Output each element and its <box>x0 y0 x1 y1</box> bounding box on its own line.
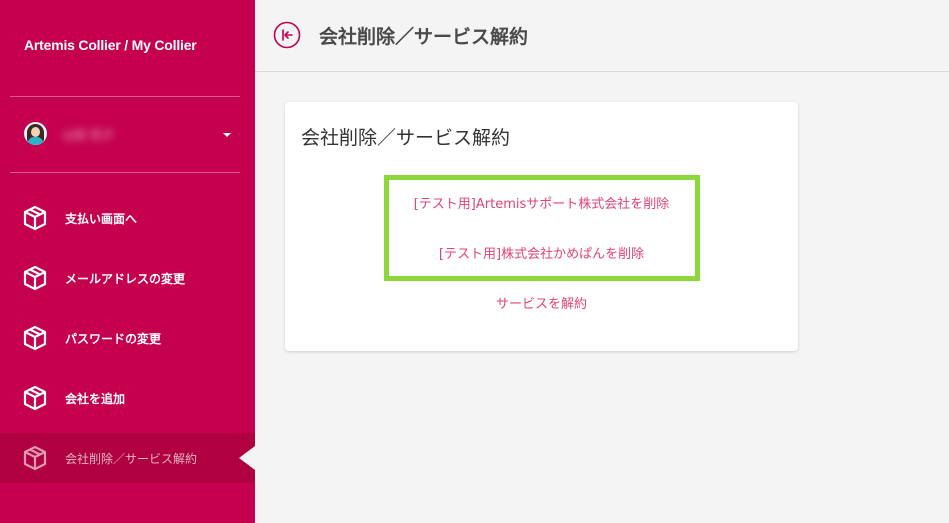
back-arrow-icon[interactable] <box>273 21 301 49</box>
box-icon <box>23 265 47 291</box>
card-title: 会社削除／サービス解約 <box>301 127 511 149</box>
sidebar-item-add-company[interactable]: 会社を追加 <box>0 373 255 423</box>
sidebar-divider <box>10 172 240 173</box>
highlight-box <box>384 175 700 281</box>
sidebar-item-password[interactable]: パスワードの変更 <box>0 313 255 363</box>
box-icon <box>23 445 47 471</box>
sidebar-item-label: メールアドレスの変更 <box>65 272 186 286</box>
active-indicator <box>239 446 255 470</box>
box-icon <box>23 205 47 231</box>
box-icon <box>23 325 47 351</box>
sidebar-item-delete-company[interactable]: 会社削除／サービス解約 <box>0 433 255 483</box>
sidebar-item-label: パスワードの変更 <box>65 332 162 346</box>
delete-company-link-kamepan[interactable]: [テスト用]株式会社かめぱんを削除 <box>285 243 798 262</box>
sidebar-divider <box>10 96 240 97</box>
sidebar-item-label: 会社削除／サービス解約 <box>65 452 198 466</box>
avatar <box>24 122 47 145</box>
sidebar-item-label: 支払い画面へ <box>65 212 138 226</box>
user-name: 山田 花子 <box>62 128 114 142</box>
user-menu[interactable]: 山田 花子 <box>0 98 255 172</box>
sidebar-item-label: 会社を追加 <box>65 392 126 406</box>
delete-company-card: 会社削除／サービス解約 [テスト用]Artemisサポート株式会社を削除 [テス… <box>285 102 798 351</box>
app-brand: Artemis Collier / My Collier <box>24 37 197 53</box>
page-title: 会社削除／サービス解約 <box>319 26 529 48</box>
cancel-service-link[interactable]: サービスを解約 <box>285 293 798 312</box>
caret-down-icon[interactable] <box>223 133 231 137</box>
sidebar-item-email[interactable]: メールアドレスの変更 <box>0 253 255 303</box>
box-icon <box>23 385 47 411</box>
sidebar: Artemis Collier / My Collier 山田 花子 支払い画面… <box>0 0 255 523</box>
sidebar-item-payment[interactable]: 支払い画面へ <box>0 193 255 243</box>
delete-company-link-artemis[interactable]: [テスト用]Artemisサポート株式会社を削除 <box>285 193 798 212</box>
header: 会社削除／サービス解約 <box>255 0 949 72</box>
